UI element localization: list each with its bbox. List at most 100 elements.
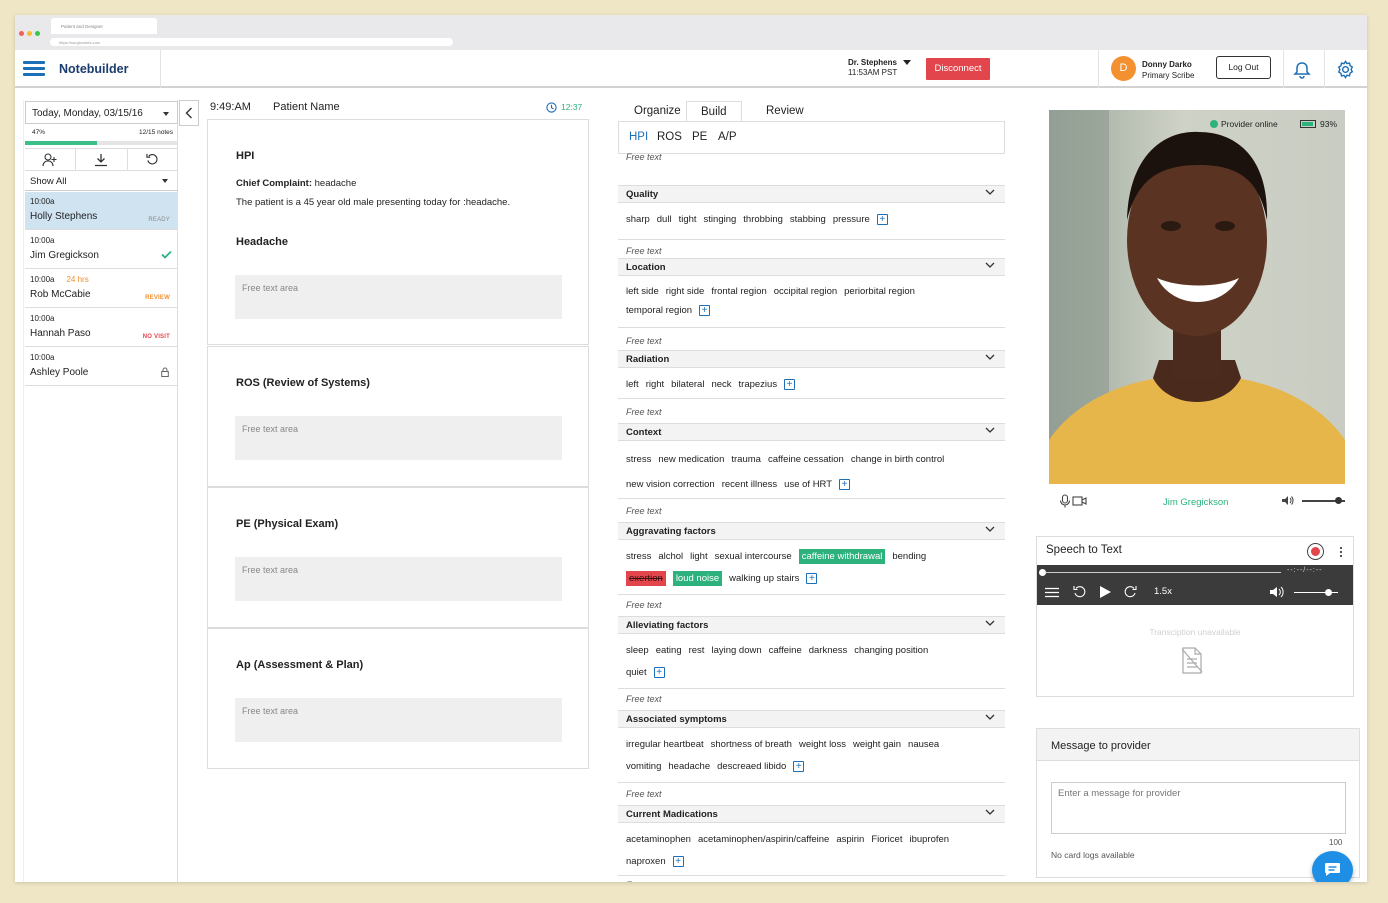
free-text-row[interactable]: Free text bbox=[618, 594, 1005, 610]
tag-chip[interactable]: new medication bbox=[658, 453, 724, 466]
tag-chip-selected[interactable]: loud noise bbox=[672, 571, 723, 586]
section-header[interactable]: Radiation bbox=[618, 350, 1005, 368]
add-tag-button[interactable]: + bbox=[839, 478, 851, 490]
tag-chip[interactable]: darkness bbox=[809, 644, 848, 657]
add-tag-button[interactable]: + bbox=[876, 213, 888, 225]
tag-chip[interactable]: descreaed libido bbox=[717, 760, 786, 773]
tag-chip[interactable]: recent illness bbox=[722, 478, 777, 491]
camera-icon[interactable] bbox=[1072, 496, 1087, 506]
tag-chip[interactable]: ibuprofen bbox=[909, 833, 949, 846]
subtab-pe[interactable]: PE bbox=[692, 131, 707, 143]
tag-chip-excluded[interactable]: exertion bbox=[626, 571, 666, 586]
patient-row[interactable]: 10:00a Hannah Paso NO VISIT bbox=[25, 309, 178, 347]
list-icon[interactable] bbox=[1045, 587, 1059, 598]
audio-scrubber[interactable]: --:--/--:-- bbox=[1037, 565, 1353, 579]
add-tag-button[interactable]: + bbox=[784, 378, 796, 390]
free-text-row[interactable]: Free text bbox=[618, 327, 1005, 346]
tab-review[interactable]: Review bbox=[758, 103, 812, 119]
bell-icon[interactable] bbox=[1293, 61, 1311, 79]
ap-free-text-area[interactable]: Free text area bbox=[235, 698, 562, 742]
rewind-icon[interactable] bbox=[1073, 585, 1087, 599]
subtab-ros[interactable]: ROS bbox=[657, 131, 682, 143]
tag-chip[interactable]: use of HRT bbox=[784, 478, 832, 491]
tag-chip[interactable]: aspirin bbox=[836, 833, 864, 846]
tag-chip[interactable]: pressure bbox=[833, 213, 870, 226]
tag-chip-selected[interactable]: caffeine withdrawal bbox=[798, 549, 886, 564]
tag-chip[interactable]: stinging bbox=[704, 213, 737, 226]
tag-chip[interactable]: alchol bbox=[658, 550, 683, 563]
maximize-dot[interactable] bbox=[35, 31, 40, 36]
tag-chip[interactable]: sharp bbox=[626, 213, 650, 226]
tag-chip[interactable]: stress bbox=[626, 453, 651, 466]
download-button[interactable] bbox=[76, 149, 128, 170]
section-header[interactable]: Location bbox=[618, 258, 1005, 276]
audio-volume-slider[interactable] bbox=[1294, 588, 1338, 596]
tag-chip[interactable]: shortness of breath bbox=[711, 738, 792, 751]
section-header[interactable]: Context bbox=[618, 423, 1005, 441]
patient-row[interactable]: 10:00a Jim Gregickson bbox=[25, 231, 178, 269]
free-text-row[interactable]: Free text bbox=[618, 239, 1005, 256]
ros-free-text-area[interactable]: Free text area bbox=[235, 416, 562, 460]
tab-organize[interactable]: Organize bbox=[626, 103, 689, 119]
add-tag-button[interactable]: + bbox=[793, 760, 805, 772]
minimize-dot[interactable] bbox=[27, 31, 32, 36]
tag-chip[interactable]: bending bbox=[892, 550, 926, 563]
tag-chip[interactable]: stress bbox=[626, 550, 651, 563]
add-tag-button[interactable]: + bbox=[653, 666, 665, 678]
disconnect-button[interactable]: Disconnect bbox=[926, 58, 990, 80]
tag-chip[interactable]: temporal region bbox=[626, 304, 692, 317]
free-text-row[interactable]: Free text bbox=[618, 498, 1005, 516]
tag-chip[interactable]: Fioricet bbox=[871, 833, 902, 846]
tag-chip[interactable]: dull bbox=[657, 213, 672, 226]
tag-chip[interactable]: headache bbox=[668, 760, 710, 773]
scrub-handle[interactable] bbox=[1039, 569, 1046, 576]
logout-button[interactable]: Log Out bbox=[1216, 56, 1271, 79]
tag-chip[interactable]: neck bbox=[711, 378, 731, 391]
tag-chip[interactable]: left side bbox=[626, 285, 659, 298]
add-tag-button[interactable]: + bbox=[806, 572, 818, 584]
free-text-row[interactable]: Free text bbox=[618, 398, 1005, 417]
chevron-down-icon[interactable] bbox=[903, 60, 911, 65]
refresh-button[interactable] bbox=[128, 149, 178, 170]
doctor-info[interactable]: Dr. Stephens 11:53AM PST bbox=[848, 58, 897, 78]
collapse-sidebar-button[interactable] bbox=[179, 100, 199, 126]
patient-row[interactable]: 10:00a 24 hrs Rob McCabie REVIEW bbox=[25, 270, 178, 308]
more-vertical-icon[interactable] bbox=[1339, 546, 1343, 558]
subtab-hpi[interactable]: HPI bbox=[629, 131, 648, 143]
volume-icon[interactable] bbox=[1269, 586, 1285, 598]
gear-icon[interactable] bbox=[1336, 60, 1355, 79]
message-input[interactable] bbox=[1051, 782, 1346, 834]
subtab-ap[interactable]: A/P bbox=[718, 131, 737, 143]
record-button[interactable] bbox=[1307, 543, 1324, 560]
volume-handle[interactable] bbox=[1335, 497, 1342, 504]
tag-chip[interactable]: caffeine bbox=[769, 644, 802, 657]
tag-chip[interactable]: trauma bbox=[731, 453, 761, 466]
address-bar[interactable]: https://surgicnotes.com bbox=[50, 38, 453, 46]
tag-chip[interactable]: eating bbox=[656, 644, 682, 657]
audio-volume-handle[interactable] bbox=[1325, 588, 1332, 596]
tag-chip[interactable]: sleep bbox=[626, 644, 649, 657]
section-header[interactable]: Current Madications bbox=[618, 805, 1005, 823]
tag-chip[interactable]: sexual intercourse bbox=[715, 550, 792, 563]
tag-chip[interactable]: frontal region bbox=[711, 285, 766, 298]
tag-chip[interactable]: tight bbox=[679, 213, 697, 226]
tag-chip[interactable]: light bbox=[690, 550, 707, 563]
tag-chip[interactable]: changing position bbox=[854, 644, 928, 657]
tab-build[interactable]: Build bbox=[686, 101, 742, 122]
tag-chip[interactable]: nausea bbox=[908, 738, 939, 751]
tag-chip[interactable]: acetaminophen bbox=[626, 833, 691, 846]
add-tag-button[interactable]: + bbox=[699, 304, 711, 316]
tag-chip[interactable]: periorbital region bbox=[844, 285, 915, 298]
tag-chip[interactable]: trapezius bbox=[739, 378, 778, 391]
tag-chip[interactable]: quiet bbox=[626, 666, 647, 679]
free-text-row[interactable]: Free text bbox=[618, 688, 1005, 704]
play-icon[interactable] bbox=[1099, 585, 1112, 599]
tag-chip[interactable]: weight loss bbox=[799, 738, 846, 751]
tag-chip[interactable]: left bbox=[626, 378, 639, 391]
tag-chip[interactable]: new vision correction bbox=[626, 478, 715, 491]
section-header[interactable]: Associated symptoms bbox=[618, 710, 1005, 728]
add-tag-button[interactable]: + bbox=[672, 855, 684, 867]
tag-chip[interactable]: change in birth control bbox=[851, 453, 944, 466]
volume-icon[interactable] bbox=[1281, 495, 1294, 506]
add-patient-button[interactable] bbox=[25, 149, 77, 170]
